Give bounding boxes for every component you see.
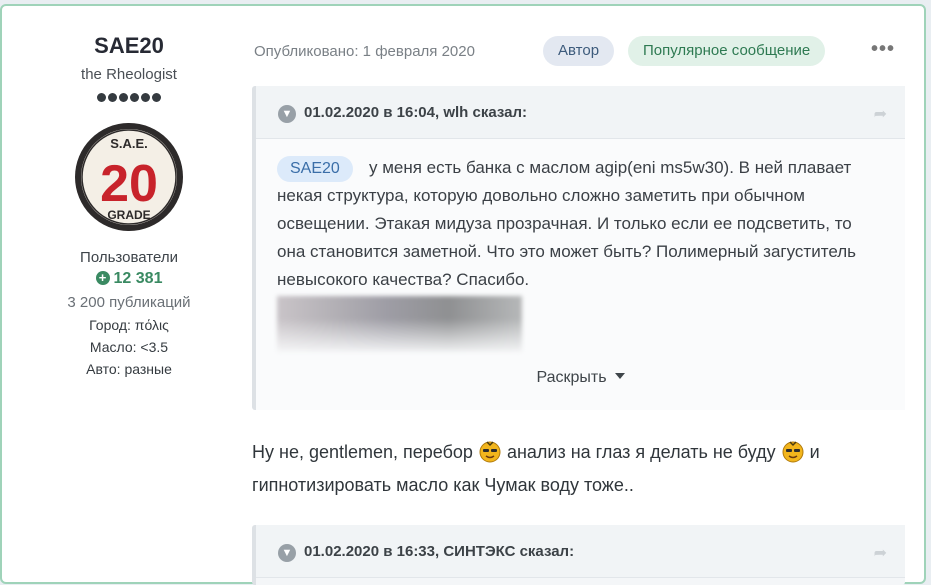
profile-field-oil: Масло: <3.5 bbox=[24, 339, 234, 355]
avatar-number: 20 bbox=[100, 155, 158, 213]
quote-header[interactable]: ▼ 01.02.2020 в 16:04, wlh сказал: ➦ bbox=[256, 86, 905, 139]
rank-pip bbox=[119, 93, 128, 102]
ellipsis-icon[interactable]: ••• bbox=[871, 38, 895, 61]
share-icon[interactable]: ➦ bbox=[874, 104, 887, 124]
avatar-top-text: S.A.E. bbox=[110, 136, 148, 151]
share-icon[interactable]: ➦ bbox=[874, 543, 887, 563]
rank-pip bbox=[152, 93, 161, 102]
profile-field-city: Город: πόλις bbox=[24, 317, 234, 333]
post-text: анализ на глаз я делать не буду bbox=[506, 442, 776, 462]
profile-field-car: Авто: разные bbox=[24, 361, 234, 377]
author-badge: Автор bbox=[543, 36, 615, 66]
chevron-down-icon[interactable]: ▼ bbox=[278, 544, 296, 562]
published-date[interactable]: Опубликовано: 1 февраля 2020 bbox=[254, 43, 475, 60]
avatar[interactable]: S.A.E. 20 GRADE bbox=[73, 121, 185, 233]
author-panel: SAE20 the Rheologist S.A.E. 20 GRADE Пол… bbox=[24, 32, 234, 377]
cool-smiley-icon bbox=[479, 441, 501, 463]
field-label: Авто: bbox=[86, 361, 121, 377]
expand-button[interactable]: Раскрыть bbox=[256, 369, 905, 387]
post-content: Ну не, gentlemen, перебор анализ на глаз… bbox=[252, 436, 892, 502]
reputation[interactable]: +12 381 bbox=[24, 270, 234, 288]
field-value: разные bbox=[124, 361, 172, 377]
field-value: <3.5 bbox=[140, 339, 169, 355]
quote-block: ▼ 01.02.2020 в 16:33, СИНТЭКС сказал: ➦ bbox=[252, 525, 905, 585]
popular-badge: Популярное сообщение bbox=[628, 36, 826, 66]
quote-citation[interactable]: 01.02.2020 в 16:04, wlh сказал: bbox=[304, 104, 527, 121]
field-label: Город: bbox=[89, 317, 131, 333]
field-label: Масло: bbox=[89, 339, 137, 355]
quote-body: SAE20 у меня есть банка с маслом agip(en… bbox=[256, 139, 905, 410]
avatar-bottom-text: GRADE bbox=[107, 208, 150, 222]
user-group: Пользователи bbox=[80, 249, 178, 266]
post-meta: Опубликовано: 1 февраля 2020 Автор Попул… bbox=[254, 36, 914, 66]
field-value: πόλις bbox=[134, 317, 169, 333]
chevron-down-icon[interactable]: ▼ bbox=[278, 105, 296, 123]
quote-text: у меня есть банка с маслом agip(eni ms5w… bbox=[277, 158, 856, 289]
post-count[interactable]: 3 200 публикаций bbox=[24, 294, 234, 311]
author-title: the Rheologist bbox=[81, 66, 177, 83]
quote-block: ▼ 01.02.2020 в 16:04, wlh сказал: ➦ SAE2… bbox=[252, 86, 905, 410]
rank-pip bbox=[97, 93, 106, 102]
rank-pip bbox=[108, 93, 117, 102]
attached-image[interactable] bbox=[277, 296, 522, 352]
post-text: Ну не, gentlemen, перебор bbox=[252, 442, 473, 462]
plus-icon: + bbox=[95, 271, 110, 285]
rank-pips bbox=[24, 89, 234, 105]
rank-pip bbox=[130, 93, 139, 102]
quote-header[interactable]: ▼ 01.02.2020 в 16:33, СИНТЭКС сказал: ➦ bbox=[256, 525, 905, 578]
rank-pip bbox=[141, 93, 150, 102]
expand-label: Раскрыть bbox=[536, 369, 607, 386]
cool-smiley-icon bbox=[782, 441, 804, 463]
quote-citation[interactable]: 01.02.2020 в 16:33, СИНТЭКС сказал: bbox=[304, 543, 574, 560]
author-name[interactable]: SAE20 bbox=[24, 32, 234, 60]
reputation-value: 12 381 bbox=[113, 270, 163, 287]
caret-down-icon bbox=[614, 373, 625, 379]
